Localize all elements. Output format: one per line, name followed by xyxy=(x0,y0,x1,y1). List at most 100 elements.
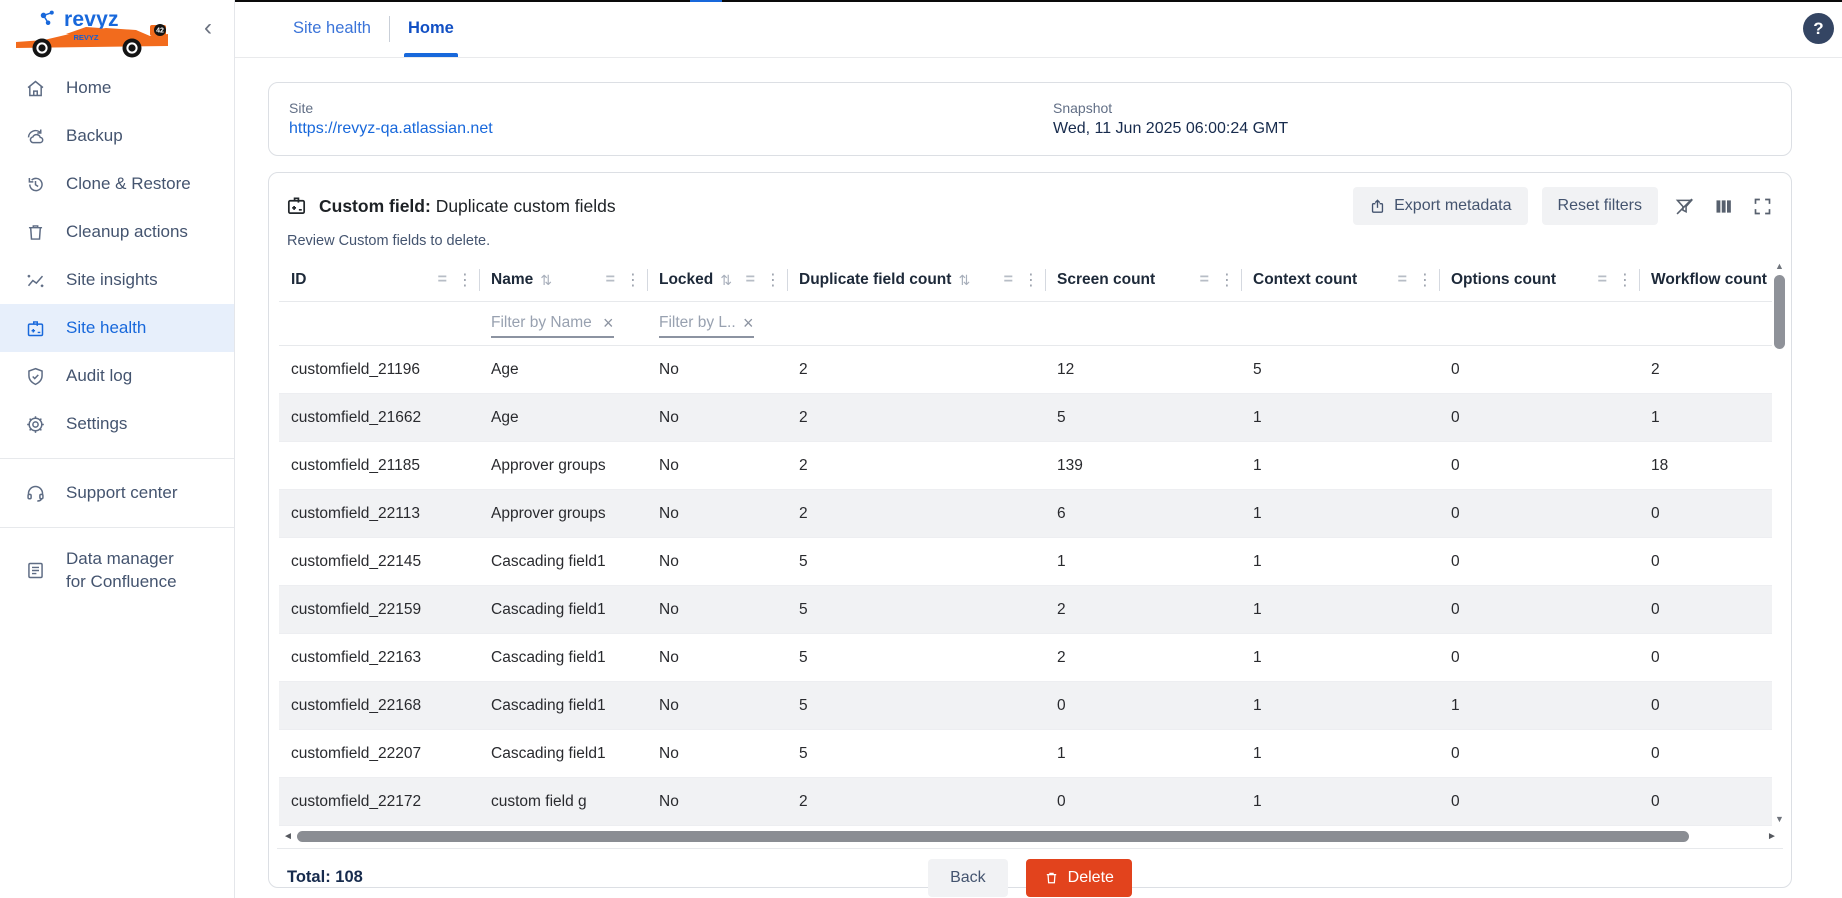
scroll-right-icon[interactable]: ► xyxy=(1765,831,1779,842)
sort-icon[interactable]: ⇅ xyxy=(540,272,552,289)
column-resize-icon[interactable]: = xyxy=(438,271,447,289)
main: Site https://revyz-qa.atlassian.net Snap… xyxy=(235,58,1842,888)
table-cell: 5 xyxy=(787,745,1045,763)
locked-filter-input[interactable] xyxy=(659,314,737,332)
sort-icon[interactable]: ⇅ xyxy=(720,272,732,289)
column-resize-icon[interactable]: = xyxy=(1598,271,1607,289)
columns-icon[interactable] xyxy=(1711,194,1736,219)
column-header-screen-count[interactable]: Screen count = ⋮ xyxy=(1045,259,1241,301)
column-menu-icon[interactable]: ⋮ xyxy=(1617,270,1633,290)
filter-off-icon[interactable] xyxy=(1672,194,1697,219)
table-cell: 2 xyxy=(787,505,1045,523)
table-row[interactable]: customfield_21662AgeNo25101 xyxy=(279,394,1781,442)
horizontal-scrollbar[interactable]: ◄ ► xyxy=(281,828,1779,844)
topbar: Site health Home ? xyxy=(235,0,1842,58)
table-cell: 1 xyxy=(1045,553,1241,571)
table-cell: 0 xyxy=(1639,649,1781,667)
table-row[interactable]: customfield_22163Cascading field1No52100 xyxy=(279,634,1781,682)
column-resize-icon[interactable]: = xyxy=(1004,271,1013,289)
table-cell: 2 xyxy=(1045,601,1241,619)
table-row[interactable]: customfield_21196AgeNo212502 xyxy=(279,346,1781,394)
column-header-name[interactable]: Name ⇅ = ⋮ xyxy=(479,259,647,301)
name-filter-input[interactable] xyxy=(491,314,597,332)
table-row[interactable]: customfield_22159Cascading field1No52100 xyxy=(279,586,1781,634)
table-cell: No xyxy=(647,361,787,379)
sidebar-item-cleanup-actions[interactable]: Cleanup actions xyxy=(0,208,234,256)
reset-filters-button[interactable]: Reset filters xyxy=(1542,187,1658,225)
sidebar-item-backup[interactable]: Backup xyxy=(0,112,234,160)
column-menu-icon[interactable]: ⋮ xyxy=(1023,270,1039,290)
back-button[interactable]: Back xyxy=(928,859,1008,897)
table-row[interactable]: customfield_22113Approver groupsNo26100 xyxy=(279,490,1781,538)
sidebar-item-site-health[interactable]: Site health xyxy=(0,304,234,352)
table-cell: 5 xyxy=(787,697,1045,715)
table-cell: 2 xyxy=(1045,649,1241,667)
sidebar-item-label: Backup xyxy=(66,126,123,146)
column-resize-icon[interactable]: = xyxy=(606,271,615,289)
sidebar-item-label: Cleanup actions xyxy=(66,222,188,242)
trash-icon xyxy=(24,221,46,243)
sidebar-item-site-insights[interactable]: Site insights xyxy=(0,256,234,304)
column-menu-icon[interactable]: ⋮ xyxy=(1417,270,1433,290)
sidebar-nav: Home Backup Clone & Restore Cleanup acti… xyxy=(0,64,234,604)
table-row[interactable]: customfield_22207Cascading field1No51100 xyxy=(279,730,1781,778)
table-row[interactable]: customfield_21185Approver groupsNo213910… xyxy=(279,442,1781,490)
sidebar-item-data-manager[interactable]: Data manager for Confluence xyxy=(0,538,234,604)
scroll-left-icon[interactable]: ◄ xyxy=(281,831,295,842)
column-menu-icon[interactable]: ⋮ xyxy=(625,270,641,290)
table-cell: Approver groups xyxy=(479,505,647,523)
column-header-workflow-count[interactable]: Workflow count xyxy=(1639,259,1781,301)
column-resize-icon[interactable]: = xyxy=(746,271,755,289)
clone-restore-icon xyxy=(24,173,46,195)
clear-filter-icon[interactable]: × xyxy=(603,314,614,332)
table-cell: 2 xyxy=(787,793,1045,811)
tab-home[interactable]: Home xyxy=(390,0,472,57)
delete-button[interactable]: Delete xyxy=(1026,859,1132,897)
column-menu-icon[interactable]: ⋮ xyxy=(457,270,473,290)
column-header-id[interactable]: ID = ⋮ xyxy=(279,259,479,301)
table-cell: customfield_22168 xyxy=(279,697,479,715)
table-row[interactable]: customfield_22172custom field gNo20100 xyxy=(279,778,1781,826)
table-cell: 0 xyxy=(1639,601,1781,619)
scroll-down-icon[interactable]: ▼ xyxy=(1775,812,1784,826)
sidebar-item-clone-restore[interactable]: Clone & Restore xyxy=(0,160,234,208)
table-cell: 2 xyxy=(787,409,1045,427)
sidebar-item-audit-log[interactable]: Audit log xyxy=(0,352,234,400)
vertical-scrollbar[interactable]: ▲ ▼ xyxy=(1772,259,1787,826)
table-cell: 0 xyxy=(1439,505,1639,523)
revyz-logo[interactable]: revyz 42 REVYZ xyxy=(22,6,192,56)
tab-site-health[interactable]: Site health xyxy=(275,0,389,57)
column-header-locked[interactable]: Locked ⇅ = ⋮ xyxy=(647,259,787,301)
vertical-scrollbar-thumb[interactable] xyxy=(1774,275,1785,349)
table-row[interactable]: customfield_22168Cascading field1No50110 xyxy=(279,682,1781,730)
sidebar-item-label: Clone & Restore xyxy=(66,174,191,194)
horizontal-scrollbar-thumb[interactable] xyxy=(297,831,1689,842)
column-menu-icon[interactable]: ⋮ xyxy=(1219,270,1235,290)
table-row[interactable]: customfield_22145Cascading field1No51100 xyxy=(279,538,1781,586)
sidebar-item-label: Data manager for Confluence xyxy=(66,548,196,594)
table-cell: 0 xyxy=(1439,553,1639,571)
sidebar-item-settings[interactable]: Settings xyxy=(0,400,234,448)
sidebar-item-home[interactable]: Home xyxy=(0,64,234,112)
sidebar-collapse-button[interactable]: ‹ xyxy=(204,16,212,40)
column-header-options-count[interactable]: Options count = ⋮ xyxy=(1439,259,1639,301)
custom-field-icon xyxy=(285,194,309,218)
table-cell: customfield_22113 xyxy=(279,505,479,523)
column-resize-icon[interactable]: = xyxy=(1200,271,1209,289)
snapshot-block: Snapshot Wed, 11 Jun 2025 06:00:24 GMT xyxy=(1053,100,1288,138)
column-resize-icon[interactable]: = xyxy=(1398,271,1407,289)
help-button[interactable]: ? xyxy=(1803,13,1834,44)
column-menu-icon[interactable]: ⋮ xyxy=(765,270,781,290)
scroll-up-icon[interactable]: ▲ xyxy=(1775,259,1784,273)
site-url-link[interactable]: https://revyz-qa.atlassian.net xyxy=(289,120,493,137)
fullscreen-icon[interactable] xyxy=(1750,194,1775,219)
column-header-duplicate-field-count[interactable]: Duplicate field count ⇅ = ⋮ xyxy=(787,259,1045,301)
table-cell: 0 xyxy=(1639,697,1781,715)
clear-filter-icon[interactable]: × xyxy=(743,314,754,332)
column-header-context-count[interactable]: Context count = ⋮ xyxy=(1241,259,1439,301)
sidebar-item-support-center[interactable]: Support center xyxy=(0,469,234,517)
sort-icon[interactable]: ⇅ xyxy=(958,272,970,289)
table-cell: 139 xyxy=(1045,457,1241,475)
table-cell: No xyxy=(647,649,787,667)
export-metadata-button[interactable]: Export metadata xyxy=(1353,187,1527,225)
